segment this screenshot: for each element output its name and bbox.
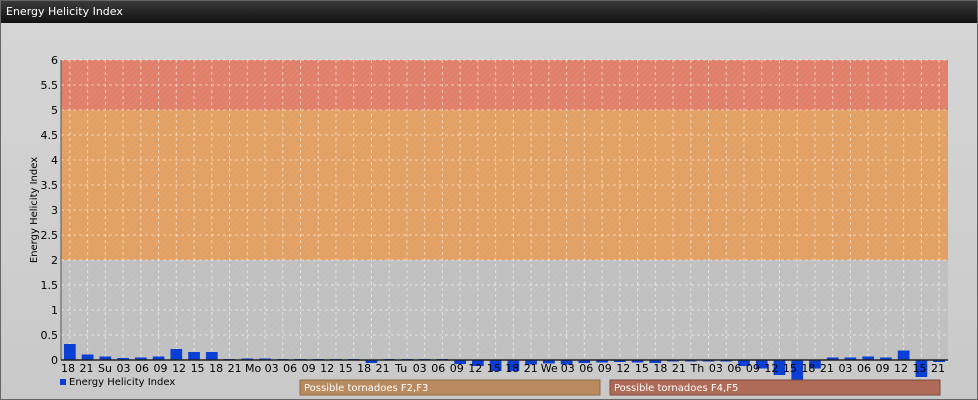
band-label-f4f5: Possible tornadoes F4,F5	[614, 383, 738, 394]
x-tick-label-42: 03	[838, 362, 852, 375]
x-tick-label-7: 15	[191, 362, 205, 375]
y-tick-label-12: 6	[51, 54, 58, 67]
x-tick-label-3: 03	[117, 362, 131, 375]
x-tick-label-14: 12	[320, 362, 334, 375]
x-tick-label-22: 12	[468, 362, 482, 375]
bar-7	[188, 352, 200, 360]
x-tick-label-44: 09	[875, 362, 889, 375]
y-tick-label-11: 5.5	[41, 79, 59, 92]
bar-6	[170, 349, 183, 360]
x-tick-label-34: Th	[690, 362, 705, 375]
x-tick-label-45: 12	[894, 362, 908, 375]
x-tick-label-10: Mo	[245, 362, 261, 375]
y-tick-label-1: 0.5	[41, 329, 59, 342]
x-tick-label-21: 09	[450, 362, 464, 375]
x-tick-label-27: 03	[561, 362, 575, 375]
x-tick-label-38: 12	[764, 362, 778, 375]
x-tick-label-18: Tu	[394, 362, 407, 375]
x-tick-label-39: 15	[783, 362, 797, 375]
y-tick-label-5: 2.5	[41, 229, 59, 242]
x-tick-label-0: 18	[61, 362, 75, 375]
x-tick-label-46: 15	[912, 362, 926, 375]
x-tick-label-12: 06	[283, 362, 297, 375]
y-tick-label-0: 0	[51, 354, 58, 367]
x-tick-label-35: 03	[709, 362, 723, 375]
x-tick-label-30: 12	[616, 362, 630, 375]
x-tick-label-2: Su	[98, 362, 112, 375]
x-tick-label-23: 15	[487, 362, 501, 375]
y-axis-title: Energy Helicity Index	[29, 157, 40, 263]
x-tick-label-9: 21	[228, 362, 242, 375]
x-tick-label-13: 09	[302, 362, 316, 375]
y-tick-label-9: 4.5	[41, 129, 59, 142]
x-tick-label-17: 21	[376, 362, 390, 375]
y-tick-label-4: 2	[51, 254, 58, 267]
x-tick-label-16: 18	[357, 362, 371, 375]
x-tick-label-24: 18	[505, 362, 519, 375]
legend-label: Energy Helicity Index	[69, 377, 175, 388]
x-tick-label-41: 21	[820, 362, 834, 375]
ehi-chart: 0 0.5 1 1.5 2 2.5 3 3.5 4 4.5 5 5.5 6 18 21 Su 03 06 09 12…	[29, 54, 948, 396]
x-tick-label-40: 18	[801, 362, 815, 375]
x-tick-label-43: 06	[857, 362, 871, 375]
band-label-f2f3: Possible tornadoes F2,F3	[304, 383, 428, 394]
y-tick-label-7: 3.5	[41, 179, 59, 192]
x-tick-label-32: 18	[653, 362, 667, 375]
bar-1	[81, 354, 94, 360]
x-tick-label-25: 21	[524, 362, 538, 375]
y-tick-label-8: 4	[51, 154, 58, 167]
x-tick-label-36: 06	[727, 362, 741, 375]
x-tick-label-6: 12	[172, 362, 186, 375]
bar-0	[64, 344, 76, 360]
y-tick-label-2: 1	[51, 304, 58, 317]
legend: Energy Helicity Index	[60, 377, 175, 388]
y-tick-label-3: 1.5	[41, 279, 59, 292]
bar-47	[897, 350, 910, 360]
x-tick-label-19: 03	[413, 362, 427, 375]
legend-swatch	[60, 379, 66, 385]
x-tick-label-5: 09	[154, 362, 168, 375]
y-tick-label-10: 5	[51, 104, 58, 117]
x-tick-label-4: 06	[135, 362, 149, 375]
x-tick-label-31: 15	[635, 362, 649, 375]
x-tick-label-29: 09	[598, 362, 612, 375]
bar-8	[205, 352, 218, 360]
x-tick-label-11: 03	[265, 362, 279, 375]
x-tick-label-28: 06	[579, 362, 593, 375]
x-tick-label-37: 09	[746, 362, 760, 375]
x-tick-label-33: 21	[672, 362, 686, 375]
x-tick-label-47: 21	[931, 362, 945, 375]
x-tick-label-15: 15	[339, 362, 353, 375]
x-tick-label-8: 18	[209, 362, 223, 375]
y-tick-label-6: 3	[51, 204, 58, 217]
x-tick-label-26: We	[541, 362, 558, 375]
x-tick-label-1: 21	[80, 362, 94, 375]
x-tick-label-20: 06	[431, 362, 445, 375]
